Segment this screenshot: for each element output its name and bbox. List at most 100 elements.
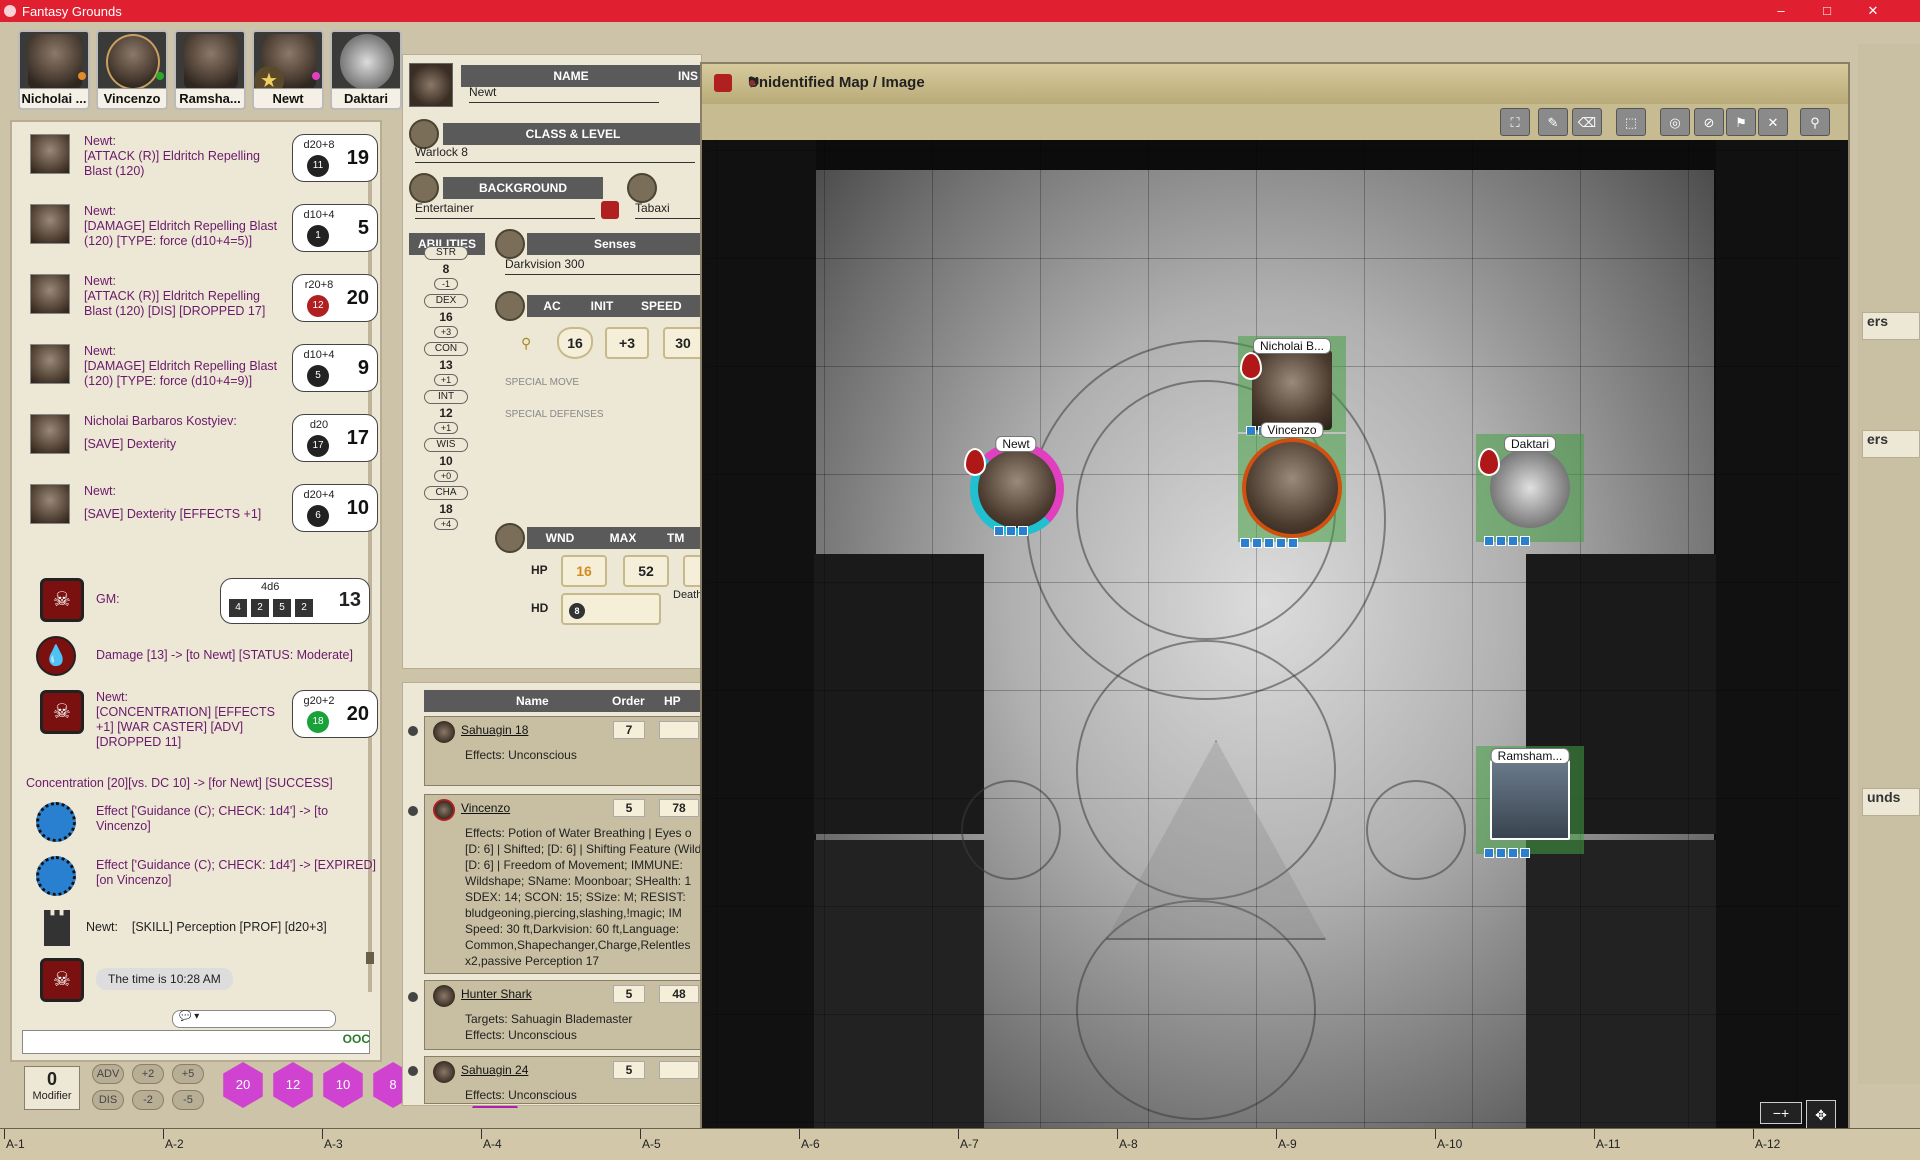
portrait-vincenzo[interactable]: Vincenzo [96, 30, 168, 110]
eraser-icon[interactable]: ⌫ [1572, 108, 1602, 136]
portrait-ramsha[interactable]: Ramsha... [174, 30, 246, 110]
combatant-hp[interactable]: 48 [659, 985, 699, 1003]
plus2-button[interactable]: +2 [132, 1064, 164, 1084]
dis-button[interactable]: DIS [92, 1090, 124, 1110]
hotkey-slot-label[interactable]: A-6 [801, 1137, 820, 1151]
select-icon[interactable]: ⬚ [1616, 108, 1646, 136]
ability-dex[interactable]: DEX 16 +3 [424, 294, 468, 338]
dice-result[interactable]: d10+4 1 5 [292, 204, 378, 252]
dice-result[interactable]: d10+4 5 9 [292, 344, 378, 392]
ooc-toggle[interactable]: OOC [343, 1032, 370, 1046]
hotkey-slot-label[interactable]: A-5 [642, 1137, 661, 1151]
gm-dice-box[interactable]: 4d6 4 2 5 2 13 [220, 578, 370, 624]
hotkey-slot-label[interactable]: A-9 [1278, 1137, 1297, 1151]
ability-con[interactable]: CON 13 +1 [424, 342, 468, 386]
center-icon[interactable]: ✥ [1806, 1100, 1836, 1130]
ability-str[interactable]: STR 8 -1 [424, 246, 468, 290]
hotkey-slot-label[interactable]: A-8 [1119, 1137, 1138, 1151]
sidebar-tab[interactable]: unds [1862, 788, 1920, 816]
fullscreen-icon[interactable]: ⛶ [1500, 108, 1530, 136]
combatant-order[interactable]: 5 [613, 799, 645, 817]
portrait-newt[interactable]: ★ Newt [252, 30, 324, 110]
map-canvas[interactable]: Newt Nicholai B... Vincenzo Daktari Rams… [706, 140, 1844, 1138]
name-field[interactable]: Newt [469, 85, 659, 103]
ability-cha[interactable]: CHA 18 +4 [424, 486, 468, 530]
chat-mode-select[interactable]: 💬 ▾ [172, 1010, 336, 1028]
dice-result[interactable]: d20+4 6 10 [292, 484, 378, 532]
hotkey-slot-label[interactable]: A-11 [1596, 1137, 1620, 1151]
chat-input[interactable] [22, 1030, 370, 1054]
d10-die[interactable]: 10 [323, 1062, 363, 1108]
close-button[interactable]: ✕ [1850, 0, 1896, 22]
sidebar-tab[interactable]: ers [1862, 430, 1920, 458]
d12-die[interactable]: 12 [273, 1062, 313, 1108]
token-daktari[interactable]: Daktari [1476, 434, 1584, 546]
init-value[interactable]: +3 [605, 327, 649, 359]
class-level-field[interactable]: Warlock 8 [415, 145, 695, 163]
combatant-row[interactable]: Hunter Shark 5 48 Targets: Sahuagin Blad… [424, 980, 724, 1050]
sidebar-tab[interactable]: ers [1862, 312, 1920, 340]
mask-icon[interactable]: ⊘ [1694, 108, 1724, 136]
portrait-daktari[interactable]: Daktari [330, 30, 402, 110]
combatant-order[interactable]: 5 [613, 985, 645, 1003]
sheet-portrait[interactable] [409, 63, 453, 107]
lock-icon[interactable]: ● [748, 74, 1782, 90]
ct-active-radio[interactable] [408, 806, 418, 816]
dice-result[interactable]: g20+2 18 20 [292, 690, 378, 738]
minimize-button[interactable]: – [1758, 0, 1804, 22]
combatant-hp[interactable] [659, 721, 699, 739]
combatant-order[interactable]: 5 [613, 1061, 645, 1079]
senses-field[interactable]: Darkvision 300 [505, 257, 703, 275]
combatant-order[interactable]: 7 [613, 721, 645, 739]
wounds-value[interactable]: 16 [561, 555, 607, 587]
flag-icon[interactable]: ⚑ [1726, 108, 1756, 136]
ability-wis[interactable]: WIS 10 +0 [424, 438, 468, 482]
maximize-button[interactable]: □ [1804, 0, 1850, 22]
combatant-row[interactable]: Sahuagin 18 7 Effects: Unconscious [424, 716, 724, 786]
ct-active-radio[interactable] [408, 726, 418, 736]
hotkey-slot-label[interactable]: A-3 [324, 1137, 343, 1151]
max-hp-value[interactable]: 52 [623, 555, 669, 587]
race-field[interactable]: Tabaxi [635, 201, 703, 219]
hotkey-slot-label[interactable]: A-12 [1755, 1137, 1780, 1151]
combatant-row[interactable]: Vincenzo 5 78 Effects: Potion of Water B… [424, 794, 724, 974]
combatant-name[interactable]: Sahuagin 24 [461, 1063, 528, 1077]
dice-result[interactable]: r20+8 12 20 [292, 274, 378, 322]
minus5-button[interactable]: -5 [172, 1090, 204, 1110]
background-link-icon[interactable] [601, 201, 619, 219]
ct-active-radio[interactable] [408, 1066, 418, 1076]
combatant-name[interactable]: Sahuagin 18 [461, 723, 528, 737]
portrait-nicholai[interactable]: Nicholai ... [18, 30, 90, 110]
dice-result[interactable]: d20+8 11 19 [292, 134, 378, 182]
target-icon[interactable]: ◎ [1660, 108, 1690, 136]
dice-result[interactable]: d20 17 17 [292, 414, 378, 462]
d20-die[interactable]: 20 [223, 1062, 263, 1108]
speed-value[interactable]: 30 [663, 327, 703, 359]
modifier-box[interactable]: 0 Modifier [24, 1066, 80, 1110]
plus5-button[interactable]: +5 [172, 1064, 204, 1084]
combatant-name[interactable]: Hunter Shark [461, 987, 532, 1001]
cross-icon[interactable]: ✕ [1758, 108, 1788, 136]
pencil-icon[interactable]: ✎ [1538, 108, 1568, 136]
hit-dice-field[interactable]: 8 [561, 593, 661, 625]
token-newt[interactable]: Newt [962, 434, 1070, 542]
hotkey-slot-label[interactable]: A-7 [960, 1137, 979, 1151]
hotkey-slot-label[interactable]: A-4 [483, 1137, 502, 1151]
ac-value[interactable]: 16 [557, 327, 593, 359]
background-field[interactable]: Entertainer [415, 201, 595, 219]
minus2-button[interactable]: -2 [132, 1090, 164, 1110]
zoom-control[interactable]: −+ [1760, 1102, 1802, 1124]
token-nicholai[interactable]: Nicholai B... [1238, 336, 1346, 436]
combatant-name[interactable]: Vincenzo [461, 801, 510, 815]
ability-int[interactable]: INT 12 +1 [424, 390, 468, 434]
hotkey-slot-label[interactable]: A-10 [1437, 1137, 1462, 1151]
token-vincenzo[interactable]: Vincenzo [1238, 422, 1346, 548]
adv-button[interactable]: ADV [92, 1064, 124, 1084]
combatant-row[interactable]: Sahuagin 24 5 Effects: Unconscious [424, 1056, 724, 1104]
map-titlebar[interactable]: Unidentified Map / Image ⚑ ● [702, 64, 1848, 104]
combatant-hp[interactable]: 78 [659, 799, 699, 817]
hotkey-slot-label[interactable]: A-2 [165, 1137, 184, 1151]
token-ramsham[interactable]: Ramsham... [1476, 746, 1584, 858]
combatant-hp[interactable] [659, 1061, 699, 1079]
hotkey-slot-label[interactable]: A-1 [6, 1137, 25, 1151]
